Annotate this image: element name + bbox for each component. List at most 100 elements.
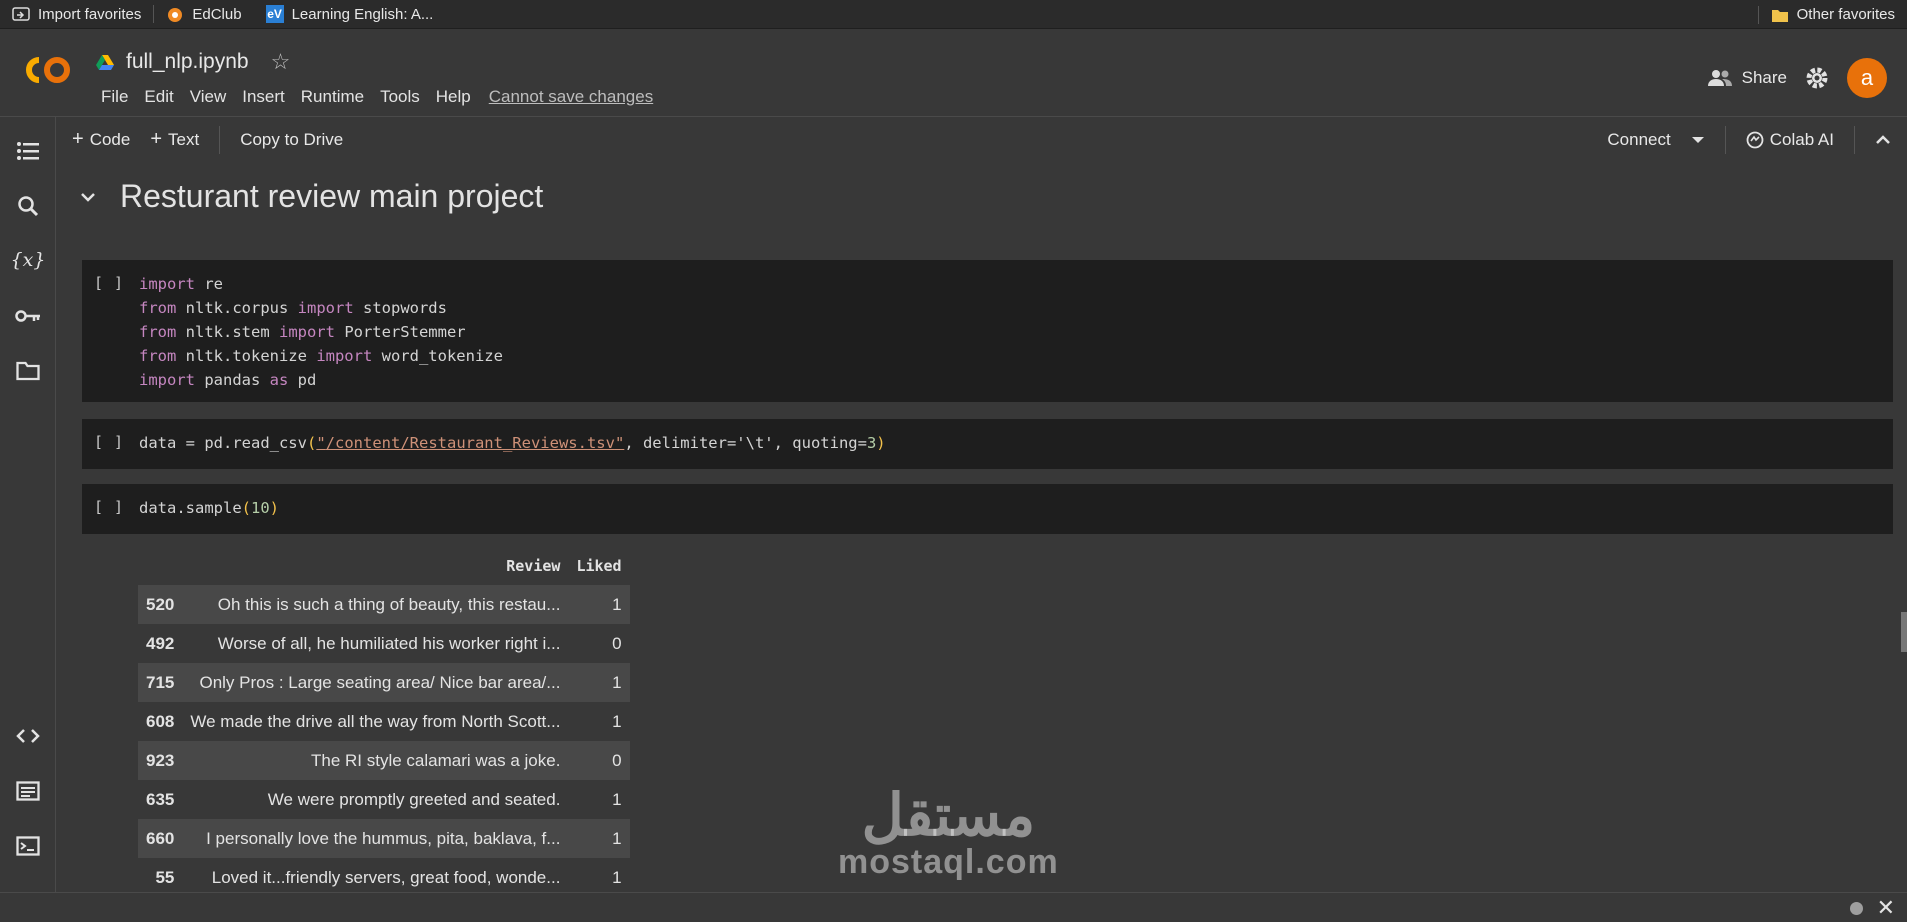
add-text-label: Text [168,129,200,149]
code-cell[interactable]: [ ] import re from nltk.corpus import st… [82,260,1893,402]
menu-insert[interactable]: Insert [234,87,293,107]
review-cell: Oh this is such a thing of beauty, this … [182,585,569,624]
liked-cell: 1 [612,789,622,809]
favorite-learning-english[interactable]: eV Learning English: A... [254,0,446,29]
copy-to-drive-button[interactable]: Copy to Drive [230,123,353,157]
variables-icon[interactable]: {x} [11,246,46,274]
code-editor[interactable]: data = pd.read_csv("/content/Restaurant_… [139,431,886,455]
colab-ai-icon [1746,131,1764,148]
colab-header: full_nlp.ipynb ☆ File Edit View Insert R… [0,29,1907,117]
favorites-bar: Import favorites EdClub eV Learning Engl… [0,0,1907,29]
notebook-title[interactable]: full_nlp.ipynb [126,50,249,74]
table-row: 635 We were promptly greeted and seated. 1 [138,780,630,819]
menu-help[interactable]: Help [428,87,479,107]
watermark: مستقل mostaql.com [838,783,1059,881]
drive-icon [96,55,114,70]
status-indicator-icon[interactable] [1850,902,1863,915]
code-cell[interactable]: [ ] data.sample(10) [82,484,1893,534]
row-index: 608 [146,711,175,731]
liked-cell: 1 [612,711,622,731]
menu-runtime[interactable]: Runtime [293,87,372,107]
menu-edit[interactable]: Edit [136,87,181,107]
run-cell-button[interactable]: [ ] [94,498,124,516]
connect-dropdown[interactable] [1681,123,1715,157]
index-header [138,547,182,585]
close-icon[interactable]: ✕ [1877,895,1895,921]
code-cell[interactable]: [ ] data = pd.read_csv("/content/Restaur… [82,419,1893,469]
section-title: Resturant review main project [120,178,544,214]
liked-cell: 0 [568,741,630,780]
ev-icon: eV [265,5,284,23]
collapse-header-button[interactable] [1865,123,1901,157]
row-index: 635 [146,789,175,809]
row-index: 520 [138,585,183,624]
code-snippets-icon[interactable] [14,722,42,750]
liked-cell: 1 [568,585,630,624]
favorite-edclub[interactable]: EdClub [154,0,253,29]
favorite-import[interactable]: Import favorites [0,0,153,29]
table-row: 715 Only Pros : Large seating area/ Nice … [138,663,630,702]
colab-logo[interactable] [22,53,74,92]
cannot-save-link[interactable]: Cannot save changes [479,87,663,107]
toolbar-divider [1724,125,1726,154]
row-index: 492 [146,633,175,653]
other-favorites[interactable]: Other favorites [1759,0,1907,29]
column-header: Liked [576,557,622,575]
toolbar-divider [1854,125,1855,154]
add-code-label: Code [89,129,131,149]
colab-ai-label: Colab AI [1769,129,1834,149]
code-editor[interactable]: import re from nltk.corpus import stopwo… [139,272,503,392]
chevron-up-icon [1876,134,1890,144]
watermark-latin: mostaql.com [838,843,1059,881]
plus-icon: + [150,128,163,150]
table-row: 492 Worse of all, he humiliated his worke… [138,624,630,663]
caret-down-icon [1691,136,1704,143]
files-folder-icon[interactable] [14,357,42,385]
chevron-down-icon[interactable] [80,192,96,202]
row-index: 660 [138,819,183,858]
run-cell-button[interactable]: [ ] [94,433,124,451]
menu-file[interactable]: File [93,87,136,107]
menu-tools[interactable]: Tools [372,87,428,107]
plus-icon: + [72,128,84,150]
key-icon[interactable] [14,302,42,330]
liked-cell: 0 [612,633,622,653]
table-row: 55 Loved it...friendly servers, great foo… [138,858,630,892]
table-row: 660 I personally love the hummus, pita, b… [138,819,630,858]
search-icon[interactable] [14,192,42,220]
avatar[interactable]: a [1847,58,1887,98]
other-favorites-label: Other favorites [1796,6,1895,23]
table-row: 923 The RI style calamari was a joke. 0 [138,741,630,780]
favorite-label: EdClub [192,5,242,23]
left-rail: {x} [0,117,56,892]
add-text-button[interactable]: + Text [140,123,209,157]
table-row: 608 We made the drive all the way from No… [138,702,630,741]
colab-ai-button[interactable]: Colab AI [1736,123,1844,157]
share-button[interactable]: Share [1707,68,1787,88]
folder-icon [1771,9,1788,22]
review-cell: Worse of all, he humiliated his worker r… [217,633,561,653]
toolbar-divider [219,125,221,154]
gear-icon[interactable] [1805,66,1829,90]
code-editor[interactable]: data.sample(10) [139,496,279,520]
connect-button[interactable]: Connect [1597,123,1680,157]
scrollbar-thumb[interactable] [1901,612,1907,652]
star-icon[interactable]: ☆ [271,49,291,75]
table-row: 520 Oh this is such a thing of beauty, th… [138,585,630,624]
command-palette-icon[interactable] [14,777,42,805]
table-of-contents-icon[interactable] [14,137,42,165]
review-cell: We were promptly greeted and seated. [267,789,561,809]
status-bar: ✕ [0,892,1907,922]
menu-view[interactable]: View [182,87,235,107]
run-cell-button[interactable]: [ ] [94,274,124,292]
review-cell: We made the drive all the way from North… [190,711,561,731]
terminal-icon[interactable] [14,832,42,860]
liked-cell: 1 [568,663,630,702]
section-header: Resturant review main project [80,178,543,215]
dataframe-output: Review Liked 520 Oh this is such a thing … [138,547,630,892]
menu-bar: File Edit View Insert Runtime Tools Help… [93,87,663,107]
favorite-label: Learning English: A... [291,5,434,23]
liked-cell: 1 [568,819,630,858]
watermark-arabic: مستقل [861,783,1036,848]
add-code-button[interactable]: + Code [62,123,140,157]
